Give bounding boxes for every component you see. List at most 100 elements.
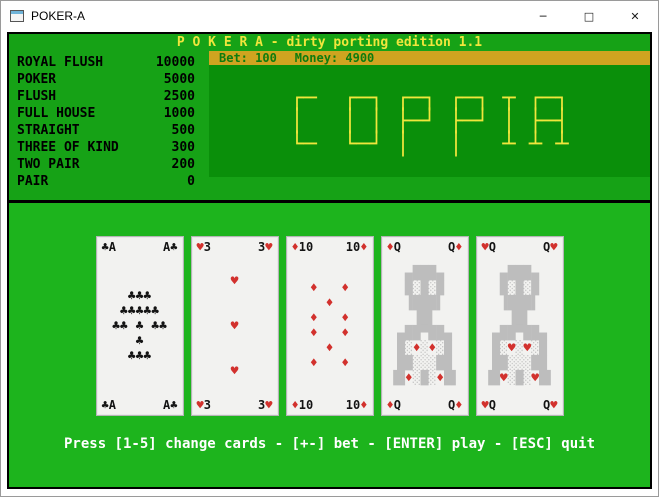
card-art-line: ♥ — [230, 318, 239, 334]
card-three-of-hearts[interactable]: ♥3 3♥ ♥3 3♥ ♥ ♥ ♥ — [190, 236, 279, 416]
hand-result-art: ┌─ ┌─┐ ┌─┐ ┌─┐ ┬ ┌─┐ │ │ │ ├─┘ ├─┘ │ ├─┤ └… — [290, 87, 568, 156]
paytable-row: POKER 5000 — [17, 71, 195, 88]
card-art-line: ♥ — [230, 363, 239, 379]
paytable-hand-name: POKER — [17, 72, 57, 87]
card-art-line: ▐███▌ — [499, 296, 540, 311]
paytable: ROYAL FLUSH 10000 POKER 5000 FLUSH 2500 FULL H… — [9, 51, 209, 200]
card-art-line: ▐███▌ — [404, 296, 445, 311]
money-value: Money: 4900 — [294, 51, 375, 65]
window-controls: ─ □ ✕ — [520, 1, 658, 31]
card-corner-tl: ♥Q — [481, 240, 496, 254]
card-pip-art: ♦ ♦ ♦ ♦ ♦ ♦ ♦ ♦ ♦ ♦ — [287, 257, 373, 395]
card-queen-of-diamonds[interactable]: ♦Q Q♦ ♦Q Q♦ ▄███▄ █░█░█ ▐███▌ ▐█▌ ▄██▀██▄ █… — [380, 236, 469, 416]
card-corner-tr: Q♦ — [448, 240, 463, 254]
card-art-line: ♣♣♣ — [127, 288, 152, 304]
card-pip-art: ♣♣♣ ♣♣♣♣♣ ♣♣ ♣ ♣♣ ♣ ♣♣♣ — [97, 257, 183, 395]
paytable-hand-value: 10000 — [155, 55, 195, 70]
card-corner-tl: ♦Q — [386, 240, 401, 254]
paytable-hand-value: 2500 — [163, 89, 195, 104]
window-client-area: P O K E R A - dirty porting edition 1.1 … — [1, 31, 658, 496]
close-button[interactable]: ✕ — [612, 1, 658, 31]
instructions: Press [1-5] change cards - [+-] bet - [E… — [63, 436, 595, 452]
card-art-line: ♦ ♦ — [309, 326, 350, 341]
card-art-line: ▐█▌ — [507, 311, 532, 326]
titlebar[interactable]: POKER-A ─ □ ✕ — [1, 1, 658, 31]
paytable-hand-value: 200 — [171, 157, 195, 172]
status-bar: Bet: 100 Money: 4900 — [209, 51, 650, 65]
app-icon — [10, 10, 24, 22]
card-art-line: █░♥░♥░█ — [492, 341, 547, 356]
paytable-hand-name: FLUSH — [17, 89, 57, 104]
card-corner-bl: ♥Q — [481, 398, 496, 412]
paytable-hand-name: TWO PAIR — [17, 157, 80, 172]
card-corner-tr: 10♦ — [345, 240, 368, 254]
card-art-line: ♦ — [325, 296, 334, 311]
card-art-line: ▄██▀██▄ — [397, 326, 452, 341]
paytable-row: THREE OF KIND 300 — [17, 139, 195, 156]
game-screen: P O K E R A - dirty porting edition 1.1 … — [7, 32, 652, 489]
card-art-line: █░█░█ — [499, 281, 540, 296]
card-pip-art: ▄███▄ █░█░█ ▐███▌ ▐█▌ ▄██▀██▄ █░♦░♦░█ ██… — [382, 257, 468, 395]
card-art-line: ♦ — [325, 341, 334, 356]
paytable-row: ROYAL FLUSH 10000 — [17, 54, 195, 71]
card-pip-art: ♥ ♥ ♥ — [192, 257, 278, 395]
paytable-hand-name: STRAIGHT — [17, 123, 80, 138]
card-art-line: ♦ ♦ — [309, 281, 350, 296]
card-art-line: ♦ ♦ — [309, 311, 350, 326]
window-title: POKER-A — [31, 9, 86, 23]
paytable-row: TWO PAIR 200 — [17, 156, 195, 173]
card-art-line: ██░░░██ — [492, 356, 547, 371]
card-corner-br: 10♦ — [345, 398, 368, 412]
hand-result-art-line: └─ └─┘ │ │ ┴ ┴ ┴ — [290, 131, 569, 157]
card-art-line: ♣♣ ♣ ♣♣ — [112, 318, 167, 334]
card-art-line: ▄███▄ — [499, 266, 540, 281]
paytable-row: PAIR 0 — [17, 173, 195, 190]
card-corner-tr: 3♥ — [258, 240, 273, 254]
card-art-line: ▄███▄ — [404, 266, 445, 281]
card-art-line: ♣ — [135, 333, 144, 349]
card-corner-tl: ♦10 — [291, 240, 314, 254]
card-art-line: ▐█♦░█░♦█▌ — [389, 371, 460, 386]
minimize-button[interactable]: ─ — [520, 1, 566, 31]
hand-result-art-line: ┌─ ┌─┐ ┌─┐ ┌─┐ ┬ ┌─┐ — [290, 85, 569, 111]
hand-result-box: ┌─ ┌─┐ ┌─┐ ┌─┐ ┬ ┌─┐ │ │ │ ├─┘ ├─┘ │ ├─┤ └… — [209, 65, 650, 177]
bet-value: Bet: 100 — [219, 51, 277, 65]
cards-row: ♣A A♣ ♣A A♣ ♣♣♣ ♣♣♣♣♣ ♣♣ ♣ ♣♣ ♣ ♣♣♣ ♥3 3♥ ♥3 3… — [95, 236, 564, 416]
paytable-hand-name: FULL HOUSE — [17, 106, 96, 121]
card-corner-br: Q♥ — [543, 398, 558, 412]
card-corner-bl: ♥3 — [196, 398, 211, 412]
card-corner-bl: ♣A — [101, 398, 116, 412]
card-ace-of-clubs[interactable]: ♣A A♣ ♣A A♣ ♣♣♣ ♣♣♣♣♣ ♣♣ ♣ ♣♣ ♣ ♣♣♣ — [95, 236, 184, 416]
paytable-hand-name: THREE OF KIND — [17, 140, 119, 155]
card-corner-br: Q♦ — [448, 398, 463, 412]
card-corner-bl: ♦Q — [386, 398, 401, 412]
paytable-hand-name: ROYAL FLUSH — [17, 55, 104, 70]
app-window: POKER-A ─ □ ✕ P O K E R A - dirty portin… — [0, 0, 659, 497]
paytable-row: STRAIGHT 500 — [17, 122, 195, 139]
card-art-line: ▐█▌ — [412, 311, 437, 326]
card-art-line: ██░░░██ — [397, 356, 452, 371]
paytable-hand-name: PAIR — [17, 174, 49, 189]
card-art-line: ♥ — [230, 273, 239, 289]
card-art-line: █░█░█ — [404, 281, 445, 296]
card-corner-tl: ♣A — [101, 240, 116, 254]
card-corner-tr: Q♥ — [543, 240, 558, 254]
card-corner-br: A♣ — [163, 398, 178, 412]
card-art-line: █░♦░♦░█ — [397, 341, 452, 356]
card-corner-tl: ♥3 — [196, 240, 211, 254]
card-queen-of-hearts[interactable]: ♥Q Q♥ ♥Q Q♥ ▄███▄ █░█░█ ▐███▌ ▐█▌ ▄██▀██▄ █… — [475, 236, 564, 416]
game-title: P O K E R A - dirty porting edition 1.1 — [176, 35, 483, 50]
card-corner-br: 3♥ — [258, 398, 273, 412]
right-column: Bet: 100 Money: 4900 ┌─ ┌─┐ ┌─┐ ┌─┐ ┬ ┌─… — [209, 51, 650, 200]
paytable-hand-value: 300 — [171, 140, 195, 155]
paytable-row: FLUSH 2500 — [17, 88, 195, 105]
paytable-hand-value: 1000 — [163, 106, 195, 121]
paytable-hand-value: 5000 — [163, 72, 195, 87]
card-pip-art: ▄███▄ █░█░█ ▐███▌ ▐█▌ ▄██▀██▄ █░♥░♥░█ ██… — [477, 257, 563, 395]
paytable-hand-value: 0 — [187, 174, 195, 189]
card-art-line: ▄██▀██▄ — [492, 326, 547, 341]
card-art-line: ♣♣♣ — [127, 348, 152, 364]
card-ten-of-diamonds[interactable]: ♦10 10♦ ♦10 10♦ ♦ ♦ ♦ ♦ ♦ ♦ ♦ ♦ ♦ ♦ — [285, 236, 374, 416]
maximize-button[interactable]: □ — [566, 1, 612, 31]
card-table: ♣A A♣ ♣A A♣ ♣♣♣ ♣♣♣♣♣ ♣♣ ♣ ♣♣ ♣ ♣♣♣ ♥3 3♥ ♥3 3… — [9, 203, 650, 487]
